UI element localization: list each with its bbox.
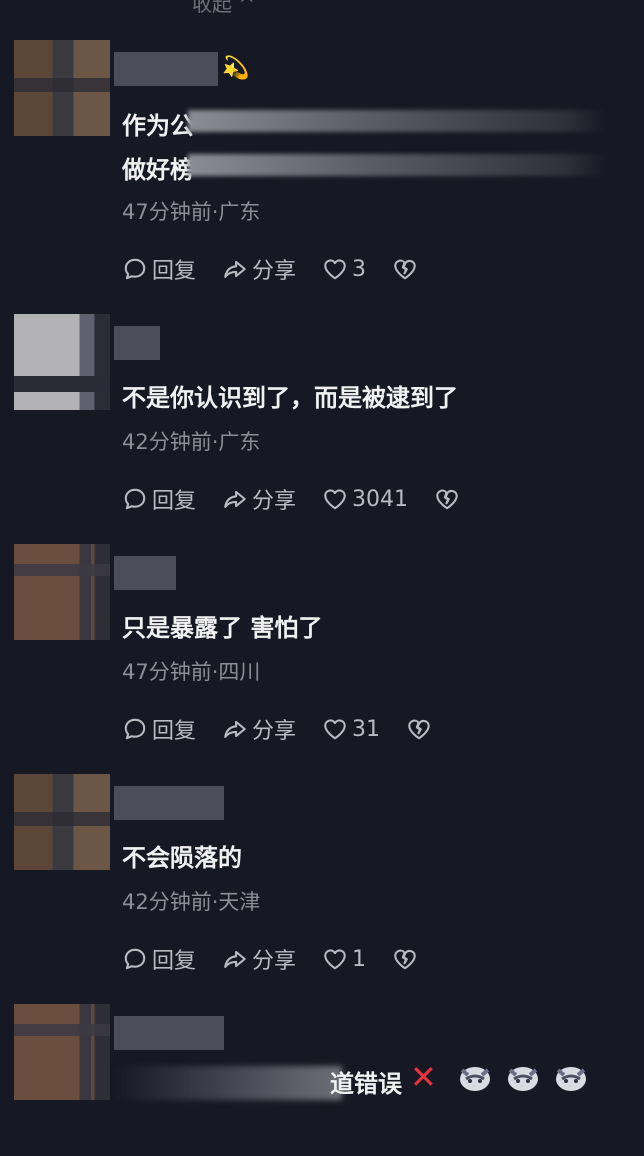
share-button[interactable]: 分享	[222, 713, 296, 745]
comment-text-line-2: 做好榜	[122, 156, 194, 184]
reply-button[interactable]: 回复	[122, 943, 196, 975]
doge-emoji-icon	[460, 1067, 490, 1091]
comment-text: 道错误	[330, 1070, 402, 1098]
avatar[interactable]	[14, 40, 110, 136]
share-arrow-icon	[222, 716, 248, 742]
reply-button[interactable]: 回复	[122, 483, 196, 515]
like-count: 31	[352, 716, 381, 742]
like-button[interactable]: 3041	[322, 486, 408, 512]
comment-meta: 47分钟前·广东	[122, 200, 261, 224]
username-redacted[interactable]	[114, 786, 224, 820]
username-redacted[interactable]	[114, 52, 218, 86]
comment-actions: 回复 分享 3041	[122, 484, 460, 514]
username-redacted[interactable]	[114, 326, 160, 360]
dislike-button[interactable]	[406, 716, 432, 742]
broken-heart-icon	[392, 256, 418, 282]
avatar[interactable]	[14, 314, 110, 410]
share-button[interactable]: 分享	[222, 253, 296, 285]
share-arrow-icon	[222, 486, 248, 512]
comment-actions: 回复 分享 1	[122, 944, 418, 974]
share-button[interactable]: 分享	[222, 483, 296, 515]
comment-meta: 42分钟前·天津	[122, 890, 261, 914]
like-button[interactable]: 1	[322, 946, 366, 972]
share-label: 分享	[252, 949, 297, 974]
comment-meta: 47分钟前·四川	[122, 660, 261, 684]
doge-emoji-icon	[508, 1067, 538, 1091]
redacted-text	[112, 1066, 342, 1100]
comment-actions: 回复 分享 3	[122, 254, 418, 284]
dislike-button[interactable]	[392, 256, 418, 282]
like-button[interactable]: 3	[322, 256, 366, 282]
share-button[interactable]: 分享	[222, 943, 296, 975]
avatar[interactable]	[14, 1004, 110, 1100]
username-redacted[interactable]	[114, 1016, 224, 1050]
broken-heart-icon	[434, 486, 460, 512]
share-label: 分享	[252, 489, 297, 514]
broken-heart-icon	[406, 716, 432, 742]
reply-button[interactable]: 回复	[122, 713, 196, 745]
comment-actions: 回复 分享 31	[122, 714, 432, 744]
comment-bubble-icon	[122, 256, 148, 282]
reply-label: 回复	[152, 259, 197, 284]
like-count: 1	[352, 946, 367, 972]
heart-icon	[322, 486, 348, 512]
heart-icon	[322, 946, 348, 972]
avatar[interactable]	[14, 774, 110, 870]
redacted-text	[188, 154, 608, 176]
dislike-button[interactable]	[392, 946, 418, 972]
comment-bubble-icon	[122, 486, 148, 512]
username-redacted[interactable]	[114, 556, 176, 590]
like-count: 3	[352, 256, 367, 282]
reply-label: 回复	[152, 719, 197, 744]
dizzy-emoji-icon: 💫	[222, 56, 250, 81]
collapse-replies-button[interactable]: 收起 ^	[192, 0, 255, 17]
heart-icon	[322, 716, 348, 742]
broken-heart-icon	[392, 946, 418, 972]
comment-meta: 42分钟前·广东	[122, 430, 261, 454]
dislike-button[interactable]	[434, 486, 460, 512]
like-count: 3041	[352, 486, 409, 512]
share-label: 分享	[252, 259, 297, 284]
comment-text: 不是你认识到了，而是被逮到了	[122, 384, 458, 412]
redacted-text	[188, 110, 608, 132]
avatar[interactable]	[14, 544, 110, 640]
comment-bubble-icon	[122, 946, 148, 972]
reply-label: 回复	[152, 489, 197, 514]
comment-text: 作为公	[122, 112, 194, 140]
reply-label: 回复	[152, 949, 197, 974]
share-arrow-icon	[222, 256, 248, 282]
red-cross-emoji-icon: ✕	[410, 1058, 437, 1096]
comment-bubble-icon	[122, 716, 148, 742]
share-arrow-icon	[222, 946, 248, 972]
like-button[interactable]: 31	[322, 716, 380, 742]
share-label: 分享	[252, 719, 297, 744]
comment-text: 只是暴露了 害怕了	[122, 614, 323, 642]
heart-icon	[322, 256, 348, 282]
comment-text: 不会陨落的	[122, 844, 242, 872]
doge-emoji-icon	[556, 1067, 586, 1091]
reply-button[interactable]: 回复	[122, 253, 196, 285]
